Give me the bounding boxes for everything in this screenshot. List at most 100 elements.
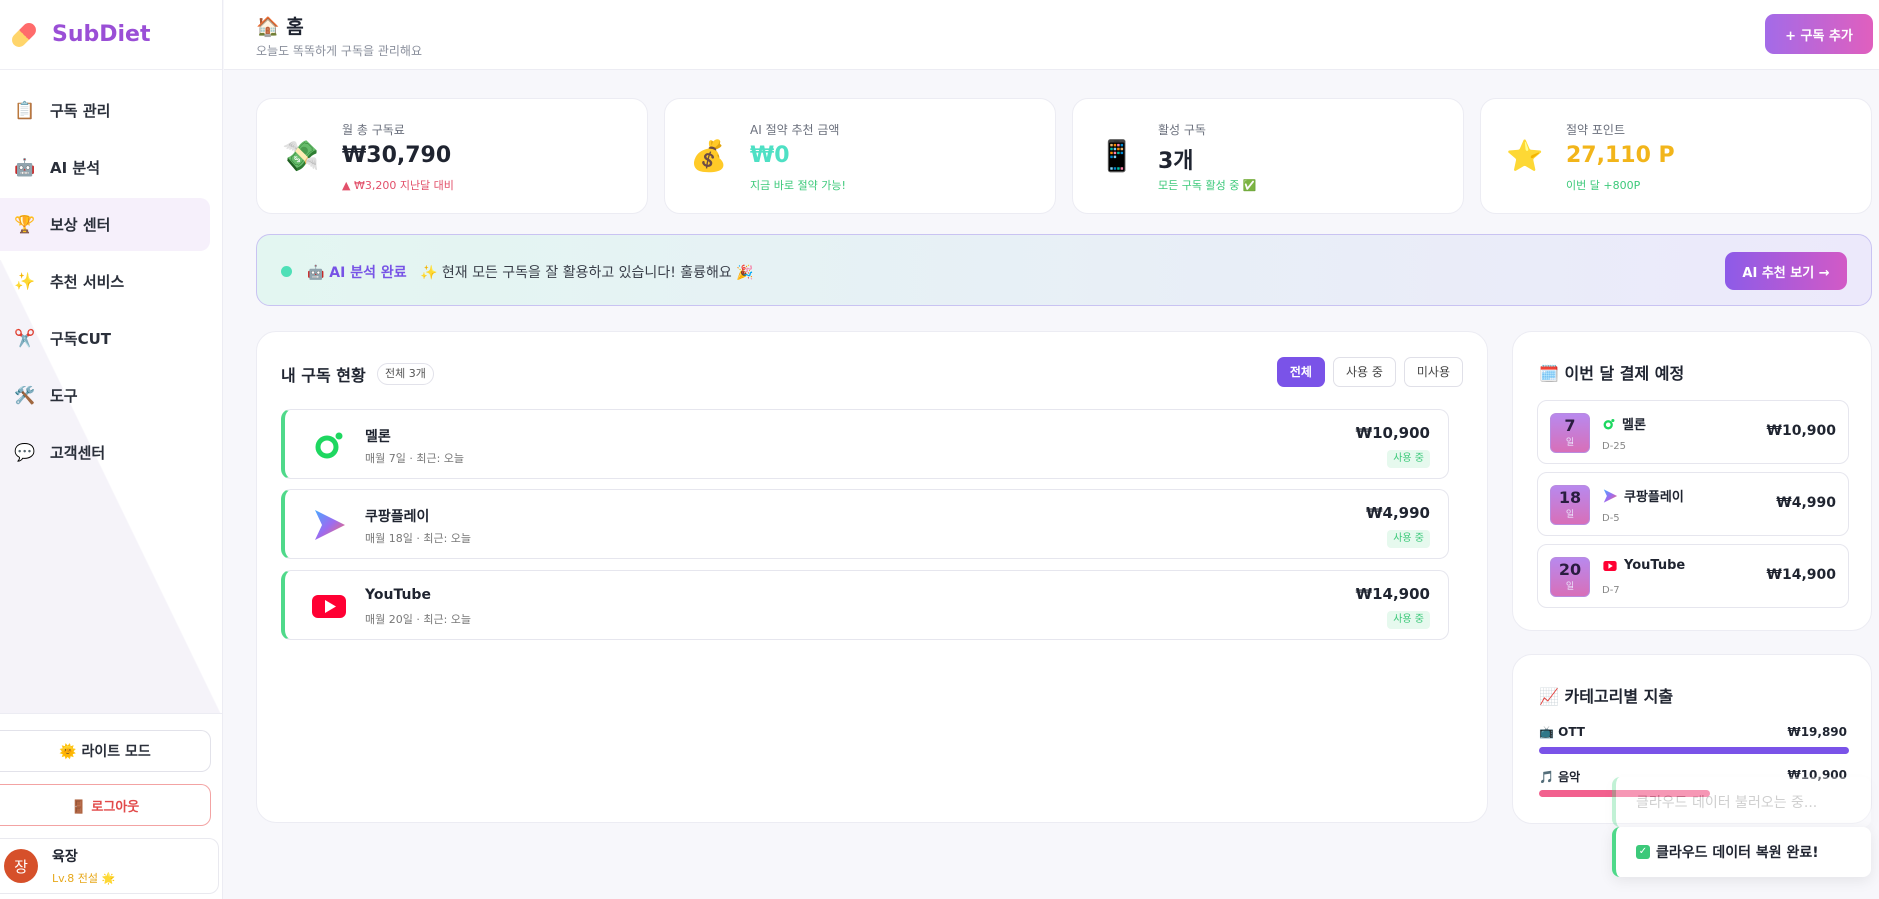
youtube-icon <box>312 595 346 618</box>
day-number: 7 <box>1564 416 1576 435</box>
filter-unused[interactable]: 미사용 <box>1403 357 1463 387</box>
sidebar-item-label: 보상 센터 <box>50 216 111 234</box>
sidebar-item-label: 도구 <box>50 387 78 405</box>
stat-sub: ▲ ₩3,200 지난달 대비 <box>342 179 454 192</box>
sidebar-item-support[interactable]: 💬 고객센터 <box>0 426 210 479</box>
subscription-meta: 매월 20일 · 최근: 오늘 <box>365 613 472 626</box>
subscription-row[interactable]: 멜론 매월 7일 · 최근: 오늘 ₩10,900 사용 중 <box>281 409 1449 479</box>
stat-value: 27,110 P <box>1566 143 1675 168</box>
day-unit: 일 <box>1565 582 1575 592</box>
payment-name: YouTube <box>1602 558 1685 573</box>
subscription-price: ₩10,900 <box>1355 424 1430 442</box>
stat-sub: 모든 구독 활성 중 ✅ <box>1158 179 1257 192</box>
sidebar-item-subscriptions[interactable]: 📋 구독 관리 <box>0 84 210 137</box>
sidebar-item-rewards[interactable]: 🏆 보상 센터 <box>0 198 210 251</box>
sidebar-item-cut[interactable]: ✂️ 구독CUT <box>0 312 210 365</box>
sidebar-item-ai-analysis[interactable]: 🤖 AI 분석 <box>0 141 210 194</box>
stat-cards: 💸 월 총 구독료 ₩30,790 ▲ ₩3,200 지난달 대비 💰 AI 절… <box>256 98 1872 214</box>
logout-button[interactable]: 🚪 로그아웃 <box>0 784 211 826</box>
payment-row[interactable]: 20 일 YouTube D-7 ₩14,900 <box>1537 544 1849 608</box>
avatar: 장 <box>4 849 38 883</box>
sidebar-item-label: 구독 관리 <box>50 102 111 120</box>
payment-day: 18 일 <box>1550 485 1590 525</box>
status-badge: 사용 중 <box>1387 530 1430 548</box>
filter-in-use[interactable]: 사용 중 <box>1332 357 1396 387</box>
subscription-meta: 매월 18일 · 최근: 오늘 <box>365 532 472 545</box>
stat-value: ₩30,790 <box>342 143 452 168</box>
stat-label: 활성 구독 <box>1158 123 1206 137</box>
ai-recommend-button[interactable]: AI 추천 보기 → <box>1725 252 1847 290</box>
page-subtitle: 오늘도 똑똑하게 구독을 관리해요 <box>256 44 423 58</box>
subscriptions-panel: 내 구독 현황 전체 3개 전체 사용 중 미사용 멜론 매월 7일 · 최근:… <box>256 331 1488 823</box>
subscription-price: ₩4,990 <box>1366 504 1430 522</box>
d-day: D-5 <box>1602 513 1620 524</box>
coupang-play-icon <box>315 510 345 540</box>
status-badge: 사용 중 <box>1387 611 1430 629</box>
toast-text: 클라우드 데이터 복원 완료! <box>1656 845 1819 861</box>
user-profile[interactable]: 장 육장 Lv.8 전설 🌟 <box>0 838 219 894</box>
stat-sub: 지금 바로 절약 가능! <box>750 179 846 192</box>
page-title: 🏠 홈 <box>256 16 304 38</box>
status-badge: 사용 중 <box>1387 450 1430 468</box>
youtube-icon <box>1603 560 1617 571</box>
subscription-name: 쿠팡플레이 <box>365 509 430 525</box>
d-day: D-7 <box>1602 585 1620 596</box>
subscription-meta: 매월 7일 · 최근: 오늘 <box>365 452 465 465</box>
melon-icon <box>1603 418 1615 429</box>
user-name: 육장 <box>52 849 78 865</box>
banner-message: ✨ 현재 모든 구독을 잘 활용하고 있습니다! 훌륭해요 🎉 <box>419 265 754 281</box>
payment-price: ₩4,990 <box>1776 495 1836 511</box>
user-level: Lv.8 전설 🌟 <box>52 872 116 885</box>
subscription-row[interactable]: YouTube 매월 20일 · 최근: 오늘 ₩14,900 사용 중 <box>281 570 1449 640</box>
panel-title: 🗓️ 이번 달 결제 예정 <box>1539 364 1685 383</box>
category-bar <box>1539 747 1849 754</box>
filter-all[interactable]: 전체 <box>1276 357 1325 387</box>
category-bar-fill <box>1539 747 1849 754</box>
money-bag-icon: 💰 <box>690 139 728 174</box>
panel-title: 📈 카테고리별 지출 <box>1539 687 1674 706</box>
payment-day: 20 일 <box>1550 557 1590 597</box>
add-subscription-button[interactable]: + 구독 추가 <box>1765 14 1873 54</box>
payment-row[interactable]: 18 일 쿠팡플레이 D-5 ₩4,990 <box>1537 472 1849 536</box>
clipboard-icon: 📋 <box>14 100 36 121</box>
stat-value: ₩0 <box>750 143 790 168</box>
subscription-row[interactable]: 쿠팡플레이 매월 18일 · 최근: 오늘 ₩4,990 사용 중 <box>281 489 1449 559</box>
stat-value: 3개 <box>1158 149 1194 174</box>
sidebar: SubDiet 📋 구독 관리 🤖 AI 분석 🏆 보상 센터 ✨ 추천 서비스… <box>0 0 223 899</box>
payment-day: 7 일 <box>1550 413 1590 453</box>
category-label: 📺 OTT <box>1539 725 1585 739</box>
sidebar-item-label: 구독CUT <box>50 330 112 348</box>
chat-bubble-icon: 💬 <box>14 442 36 463</box>
trophy-icon: 🏆 <box>14 214 36 235</box>
payment-name: 쿠팡플레이 <box>1602 486 1684 505</box>
theme-toggle-button[interactable]: 🌞 라이트 모드 <box>0 730 211 772</box>
phone-icon: 📱 <box>1098 139 1136 174</box>
banner-text: 🤖 AI 분석 완료 ✨ 현재 모든 구독을 잘 활용하고 있습니다! 훌륭해요… <box>307 262 754 282</box>
brand-name: SubDiet <box>52 22 151 47</box>
sidebar-footer: 🌞 라이트 모드 🚪 로그아웃 장 육장 Lv.8 전설 🌟 <box>0 713 222 899</box>
stat-label: AI 절약 추천 금액 <box>750 123 840 137</box>
payment-name: 멜론 <box>1602 414 1646 433</box>
sidebar-item-recommend[interactable]: ✨ 추천 서비스 <box>0 255 210 308</box>
melon-icon <box>315 432 343 459</box>
coupang-play-icon <box>1603 488 1618 503</box>
pill-logo-icon <box>9 19 39 50</box>
payment-price: ₩14,900 <box>1766 567 1836 583</box>
panel-title: 내 구독 현황 <box>281 366 366 385</box>
payment-row[interactable]: 7 일 멜론 D-25 ₩10,900 <box>1537 400 1849 464</box>
money-wings-icon: 💸 <box>282 139 320 174</box>
day-number: 20 <box>1558 560 1582 579</box>
category-label: 🎵 음악 <box>1539 770 1581 784</box>
sidebar-nav: 📋 구독 관리 🤖 AI 분석 🏆 보상 센터 ✨ 추천 서비스 ✂️ 구독CU… <box>0 70 222 479</box>
count-badge: 전체 3개 <box>377 363 434 385</box>
category-value: ₩19,890 <box>1787 725 1847 739</box>
subscription-name: YouTube <box>365 587 431 603</box>
brand[interactable]: SubDiet <box>0 0 222 70</box>
sidebar-item-tools[interactable]: 🛠️ 도구 <box>0 369 210 422</box>
toast-restore-complete[interactable]: ✓ 클라우드 데이터 복원 완료! <box>1612 827 1871 877</box>
sidebar-item-label: 고객센터 <box>50 444 106 462</box>
stat-card-points: ⭐ 절약 포인트 27,110 P 이번 달 +800P <box>1480 98 1872 214</box>
robot-icon: 🤖 <box>14 157 36 178</box>
sidebar-item-label: 추천 서비스 <box>50 273 125 291</box>
payment-schedule-panel: 🗓️ 이번 달 결제 예정 7 일 멜론 D-25 ₩10,900 18 일 쿠… <box>1512 331 1872 631</box>
